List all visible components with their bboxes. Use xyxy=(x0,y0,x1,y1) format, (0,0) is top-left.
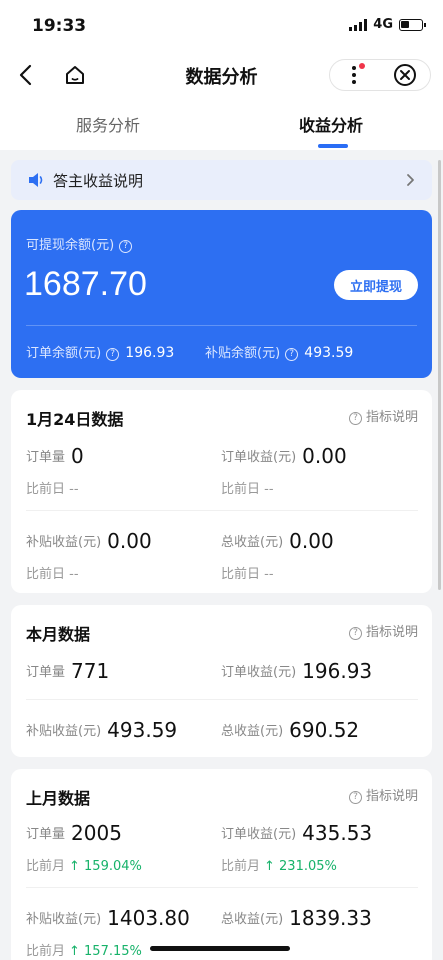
help-icon: ? xyxy=(348,791,362,804)
tab-bar: 服务分析 收益分析 xyxy=(0,100,443,150)
subsidy-balance-value: 493.59 xyxy=(304,345,354,361)
subsidy-income: 补贴收益(元) 493.59 xyxy=(26,718,178,742)
order-count: 订单量 0 xyxy=(26,444,84,468)
subsidy-income-compare: 比前日 -- xyxy=(26,567,79,582)
status-indicators: 4G xyxy=(349,17,426,32)
close-button[interactable] xyxy=(380,60,430,90)
help-icon: ? xyxy=(348,627,362,640)
order-count: 订单量 2005 xyxy=(26,821,122,845)
withdrawable-balance-label: 可提现余额(元)? xyxy=(26,234,133,253)
up-change: ↑ 159.04% xyxy=(69,859,142,874)
active-tab-indicator xyxy=(318,144,348,148)
tab-income-analysis[interactable]: 收益分析 xyxy=(299,112,363,136)
subsidy-balance: 补贴余额(元)? 493.59 xyxy=(205,345,354,361)
metric-help-link[interactable]: ? 指标说明 xyxy=(348,785,418,804)
subsidy-income-compare: 比前月 ↑ 157.15% xyxy=(26,944,142,959)
last-month-data-card: 上月数据 ? 指标说明 订单量 2005 订单收益(元) 435.53 比前月 ↑ 15… xyxy=(11,769,432,960)
help-icon[interactable]: ? xyxy=(119,240,133,253)
total-income: 总收益(元) 0.00 xyxy=(221,529,334,553)
order-count-compare: 比前日 -- xyxy=(26,482,79,497)
total-income-compare: 比前日 -- xyxy=(221,567,274,582)
total-income: 总收益(元) 1839.33 xyxy=(221,906,372,930)
order-income: 订单收益(元) 196.93 xyxy=(221,659,373,683)
order-income-compare: 比前日 -- xyxy=(221,482,274,497)
close-icon xyxy=(394,64,416,86)
order-income: 订单收益(元) 0.00 xyxy=(221,444,347,468)
help-icon[interactable]: ? xyxy=(285,348,299,361)
up-change: ↑ 231.05% xyxy=(264,859,337,874)
withdrawable-balance-amount: 1687.70 xyxy=(24,265,147,303)
order-income: 订单收益(元) 435.53 xyxy=(221,821,373,845)
notice-text: 答主收益说明 xyxy=(53,172,144,190)
order-balance-value: 196.93 xyxy=(125,345,175,361)
card-title: 本月数据 xyxy=(26,625,91,644)
this-month-data-card: 本月数据 ? 指标说明 订单量 771 订单收益(元) 196.93 补贴收益(元) 4… xyxy=(11,605,432,757)
chevron-right-icon xyxy=(407,174,414,186)
help-icon: ? xyxy=(348,412,362,425)
status-time: 19:33 xyxy=(32,16,87,36)
card-title: 上月数据 xyxy=(26,789,91,808)
withdraw-button[interactable]: 立即提现 xyxy=(334,270,418,300)
home-indicator[interactable] xyxy=(150,946,290,951)
subsidy-income: 补贴收益(元) 1403.80 xyxy=(26,906,190,930)
help-icon[interactable]: ? xyxy=(106,348,120,361)
balance-card: 可提现余额(元)? 1687.70 立即提现 订单余额(元)? 196.93 补… xyxy=(11,210,432,378)
income-notice-banner[interactable]: 答主收益说明 xyxy=(11,160,432,200)
up-change: ↑ 157.15% xyxy=(69,944,142,959)
metric-help-link[interactable]: ? 指标说明 xyxy=(348,621,418,640)
card-title: 1月24日数据 xyxy=(26,410,124,429)
nav-bar: 数据分析 xyxy=(0,50,443,100)
tab-service-analysis[interactable]: 服务分析 xyxy=(76,112,140,136)
divider xyxy=(26,699,418,700)
metric-help-link[interactable]: ? 指标说明 xyxy=(348,406,418,425)
divider xyxy=(26,510,418,511)
total-income: 总收益(元) 690.52 xyxy=(221,718,360,742)
divider xyxy=(26,887,418,888)
signal-icon xyxy=(349,18,368,31)
status-bar: 19:33 4G xyxy=(0,0,443,50)
order-count: 订单量 771 xyxy=(26,659,110,683)
order-count-compare: 比前月 ↑ 159.04% xyxy=(26,859,142,874)
order-balance: 订单余额(元)? 196.93 xyxy=(26,345,175,361)
more-button[interactable] xyxy=(330,60,380,90)
speaker-icon xyxy=(29,173,43,187)
more-dots-icon xyxy=(352,63,365,84)
divider xyxy=(26,325,417,326)
today-data-card: 1月24日数据 ? 指标说明 订单量 0 订单收益(元) 0.00 比前日 -- 比前… xyxy=(11,390,432,593)
subsidy-income: 补贴收益(元) 0.00 xyxy=(26,529,152,553)
network-type: 4G xyxy=(373,17,393,32)
scrollbar[interactable] xyxy=(438,160,441,590)
order-income-compare: 比前月 ↑ 231.05% xyxy=(221,859,337,874)
mini-program-capsule xyxy=(329,59,431,91)
battery-icon xyxy=(399,18,426,31)
